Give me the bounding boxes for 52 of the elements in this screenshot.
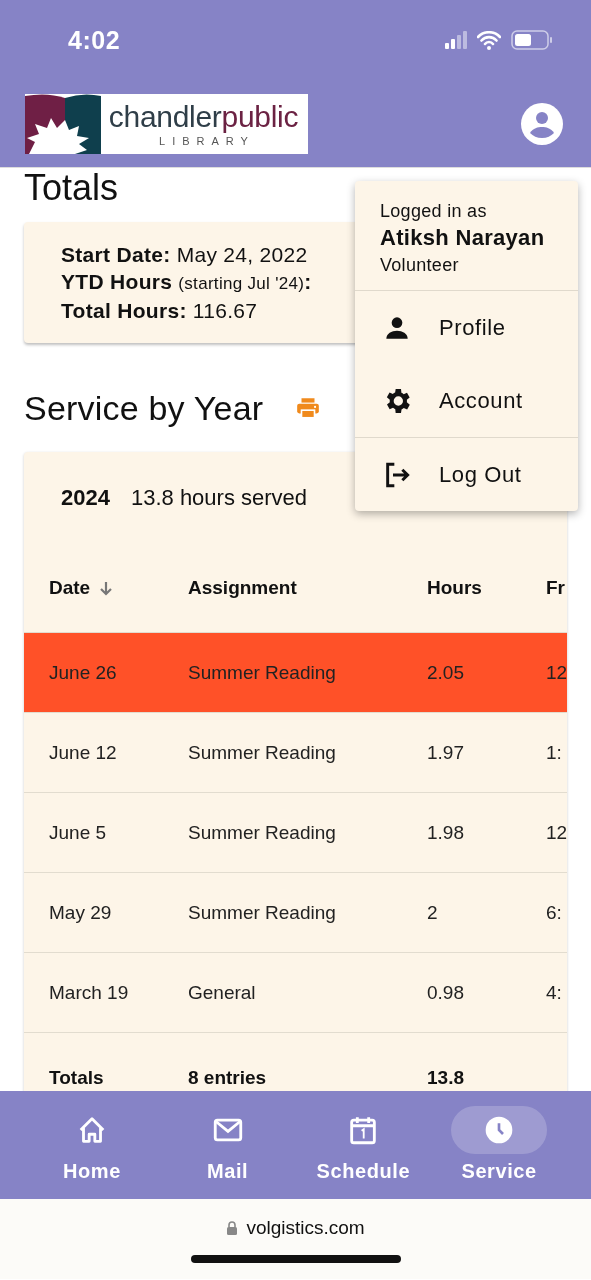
table-cell: 12 [546,821,567,843]
table-cell: 2 [427,901,438,923]
column-header[interactable]: Hours [427,577,482,599]
url-text[interactable]: volgistics.com [246,1217,365,1239]
status-time: 4:02 [68,25,121,55]
section-heading: Service by Year [24,388,264,428]
sort-down-icon[interactable] [98,580,115,596]
table-cell: 4: [546,981,562,1003]
column-header[interactable]: Assignment [188,577,297,599]
table-cell: June 5 [49,821,107,843]
totals-line: YTD Hours (starting Jul '24): [61,269,312,295]
section-heading: Totals [24,168,120,208]
table-cell: 6: [546,901,562,923]
menu-item[interactable]: Log Out [355,448,578,501]
user-name: Atiksh Narayan [380,224,546,252]
battery-icon [511,30,553,50]
wifi-icon [477,30,501,50]
logo-subtitle: LIBRARY [158,134,255,147]
column-header[interactable]: Date [49,577,91,599]
menu-item[interactable]: Account [355,374,578,427]
table-cell: 2.05 [427,661,464,683]
table-cell: Summer Reading [188,741,336,763]
logo-text: chandlerpublic [108,100,299,133]
menu-caption: Logged in as [380,200,488,223]
hours-summary: 13.8 hours served [130,485,308,511]
lock-icon [226,1220,239,1236]
account-icon[interactable] [521,102,563,145]
column-header[interactable]: Fr [546,577,565,599]
totals-line: Total Hours: 116.67 [61,298,258,324]
table-cell: March 19 [49,981,129,1003]
totals-cell: Totals [49,1067,104,1088]
table-cell: 12 [546,661,567,683]
totals-cell: 13.8 [427,1067,464,1088]
year-label: 2024 [61,485,110,511]
table-cell: 1.98 [427,821,464,843]
table-cell: 0.98 [427,981,464,1003]
user-role: Volunteer [380,254,460,277]
table-cell: General [188,981,256,1003]
table-cell: Summer Reading [188,661,336,683]
table-cell: May 29 [49,901,112,923]
totals-line: Start Date: May 24, 2022 [61,242,308,268]
totals-cell: 8 entries [188,1067,267,1088]
table-cell: Summer Reading [188,901,336,923]
table-cell: 1: [546,741,562,763]
menu-item[interactable]: Profile [355,301,578,354]
signal-icon [445,31,467,49]
table-cell: June 12 [49,741,117,763]
logo-panel[interactable]: chandlerpublic LIBRARY [25,93,308,154]
table-cell: 1.97 [427,741,464,763]
table-cell: Summer Reading [188,821,336,843]
logo-emblem-icon [25,93,101,154]
table-cell: June 26 [49,661,117,683]
